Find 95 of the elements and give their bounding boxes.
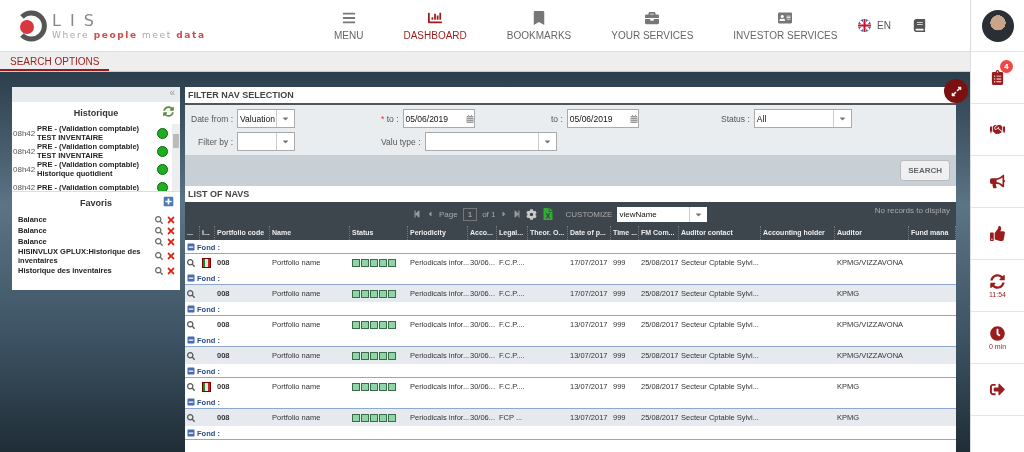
id-card-icon: [778, 10, 793, 25]
section-title: LIST OF NAVS: [187, 188, 251, 201]
nav-tab[interactable]: YOUR SERVICES: [591, 10, 714, 41]
collapse-icon[interactable]: [187, 336, 195, 344]
close-icon[interactable]: [166, 251, 176, 261]
field-label: Status :: [721, 113, 750, 124]
status-squares-icon: [352, 382, 396, 391]
search-icon[interactable]: [155, 237, 163, 246]
flag-icon: [202, 257, 211, 268]
status-squares-icon: [352, 413, 396, 422]
clock-icon[interactable]: [990, 325, 1005, 341]
select-field[interactable]: All: [753, 109, 852, 128]
tagline: Where people meet data: [52, 30, 206, 40]
view-select[interactable]: viewName: [617, 206, 708, 222]
status-squares-icon: [352, 320, 396, 329]
search-icon[interactable]: [155, 215, 163, 224]
search-icon[interactable]: [155, 226, 163, 235]
settings-icon[interactable]: [526, 208, 538, 220]
calendar-icon[interactable]: [465, 114, 474, 123]
empty-message: No records to display: [874, 206, 950, 215]
add-icon[interactable]: [163, 196, 174, 207]
flag-icon[interactable]: [858, 19, 872, 32]
collapse-icon[interactable]: [187, 367, 195, 375]
search-icon[interactable]: [187, 351, 195, 360]
refresh-icon[interactable]: [163, 106, 174, 117]
panel-title: Historique: [73, 108, 119, 118]
field-label: to :: [551, 113, 563, 124]
page-label: Page: [439, 209, 458, 219]
status-squares-icon: [352, 351, 396, 360]
search-icon[interactable]: [155, 266, 163, 275]
bar-chart-icon: [428, 10, 443, 25]
history-time: 08h42: [13, 146, 37, 156]
previous-icon[interactable]: [426, 210, 434, 218]
briefcase-icon: [645, 10, 660, 25]
history-time: 08h42: [13, 164, 37, 174]
spreadsheet-icon[interactable]: [542, 208, 555, 220]
nav-tab[interactable]: DASHBOARD: [383, 10, 487, 41]
field-label: Date from :: [191, 113, 234, 124]
collapse-icon[interactable]: [187, 398, 195, 406]
page-field[interactable]: 1: [462, 207, 478, 221]
status-icon: [157, 181, 168, 191]
search-icon[interactable]: [187, 320, 195, 329]
customize-label: CUSTOMIZE: [565, 209, 613, 219]
search-icon[interactable]: [155, 252, 163, 260]
expand-icon[interactable]: [944, 79, 968, 103]
collapse-icon[interactable]: [187, 429, 195, 437]
menu-icon: [341, 10, 356, 25]
nav-tab[interactable]: INVESTOR SERVICES: [713, 10, 858, 41]
book-icon[interactable]: [913, 19, 926, 32]
page-count: of 1: [482, 209, 496, 219]
close-icon[interactable]: [166, 236, 176, 247]
field-label: Filter by :: [197, 136, 233, 147]
sign-out-icon[interactable]: [990, 382, 1005, 397]
date-field[interactable]: 05/06/2019: [402, 109, 475, 128]
scrollbar[interactable]: [172, 124, 180, 191]
select-field[interactable]: Valuation: [237, 109, 296, 128]
collapse-icon[interactable]: [187, 243, 195, 251]
status-icon: [157, 127, 168, 139]
logo-text: LIS: [52, 11, 104, 30]
search-button[interactable]: SEARCH: [900, 160, 950, 181]
search-icon[interactable]: [187, 289, 195, 298]
status-squares-icon: [352, 289, 396, 298]
status-icon: [157, 163, 168, 175]
sync-icon[interactable]: [990, 273, 1005, 289]
history-time: 08h42: [13, 182, 37, 191]
select-field[interactable]: [237, 132, 295, 151]
collapse-icon[interactable]: [187, 305, 195, 313]
field-label: * to :: [381, 113, 399, 124]
history-time: 08h42: [13, 128, 37, 138]
avatar[interactable]: [981, 9, 1014, 42]
language-label[interactable]: EN: [877, 20, 891, 31]
clipboard-list-icon[interactable]: [990, 70, 1005, 85]
nav-tab[interactable]: BOOKMARKS: [486, 10, 592, 41]
field-label: Valu type :: [381, 136, 421, 147]
thumbs-up-icon[interactable]: [990, 226, 1005, 241]
bullhorn-icon[interactable]: [990, 174, 1005, 189]
search-icon[interactable]: [187, 382, 195, 391]
status-squares-icon: [352, 258, 396, 267]
first-page-icon[interactable]: [413, 210, 421, 218]
bookmark-icon: [532, 10, 547, 25]
close-icon[interactable]: [166, 265, 176, 276]
panel-title: Favoris: [80, 198, 112, 208]
select-field[interactable]: [424, 132, 557, 151]
date-field[interactable]: 05/06/2019: [566, 109, 639, 128]
search-icon[interactable]: [187, 258, 195, 267]
calendar-icon[interactable]: [629, 114, 638, 123]
close-icon[interactable]: [166, 214, 176, 225]
handshake-icon[interactable]: [990, 122, 1005, 137]
nav-tab[interactable]: MENU: [314, 10, 384, 41]
last-page-icon[interactable]: [513, 210, 522, 218]
collapse-icon[interactable]: [187, 274, 195, 282]
close-icon[interactable]: [166, 225, 176, 236]
status-icon: [157, 145, 168, 157]
flag-icon: [202, 381, 211, 392]
search-icon[interactable]: [187, 413, 195, 422]
